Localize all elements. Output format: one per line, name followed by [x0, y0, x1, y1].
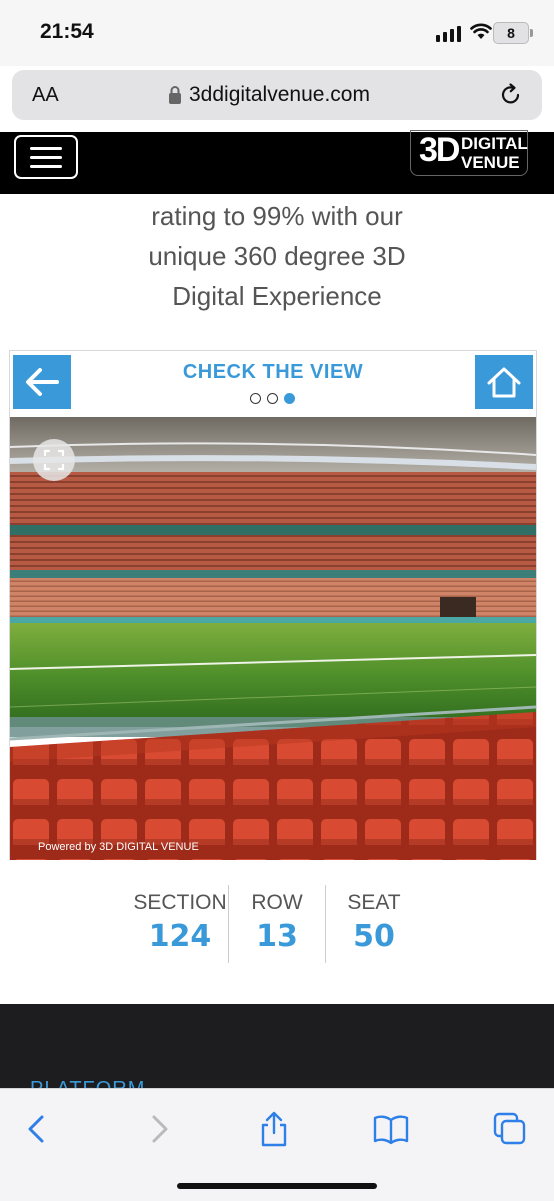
- hamburger-menu-button[interactable]: [14, 135, 78, 179]
- seat-view-viewer: CHECK THE VIEW Powered by 3D DIGITAL VEN…: [9, 350, 537, 860]
- expand-icon: [43, 449, 65, 471]
- check-the-view-title: CHECK THE VIEW: [182, 361, 364, 383]
- section-column: SECTION 124: [132, 885, 228, 963]
- intro-line-1: rating to 99% with our: [151, 201, 403, 231]
- logo-3d: 3D: [419, 131, 460, 169]
- carousel-dot-active[interactable]: [284, 393, 295, 404]
- seat-column: SEAT 50: [325, 885, 422, 963]
- reader-text-size-button[interactable]: AA: [32, 84, 59, 107]
- home-icon: [487, 367, 521, 398]
- status-time: 21:54: [40, 20, 94, 43]
- share-icon[interactable]: [254, 1109, 294, 1149]
- carousel-dot[interactable]: [267, 393, 278, 404]
- seat-value: 50: [353, 919, 395, 954]
- section-value: 124: [148, 919, 212, 954]
- cellular-signal-icon: [436, 26, 461, 42]
- row-column: ROW 13: [228, 885, 325, 963]
- address-bar[interactable]: AA 3ddigitalvenue.com: [12, 70, 542, 120]
- intro-line-3: Digital Experience: [172, 281, 382, 311]
- carousel-dots: [250, 393, 295, 404]
- forward-chevron-icon[interactable]: [138, 1109, 178, 1149]
- row-value: 13: [256, 919, 298, 954]
- logo-line-1: DIGITAL: [461, 134, 528, 153]
- status-bar: 21:54 8: [0, 0, 554, 66]
- lock-icon: [169, 86, 181, 104]
- wifi-icon: [470, 23, 492, 39]
- logo-line-2: VENUE: [461, 153, 520, 172]
- bookmarks-icon[interactable]: [371, 1109, 411, 1149]
- stadium-panorama: [10, 417, 536, 860]
- fullscreen-button[interactable]: [33, 439, 75, 481]
- section-label: SECTION: [133, 891, 227, 914]
- powered-by-label: Powered by 3D DIGITAL VENUE: [38, 841, 199, 853]
- seat-info: SECTION 124 ROW 13 SEAT 50: [132, 885, 422, 963]
- stadium-view-image[interactable]: Powered by 3D DIGITAL VENUE: [10, 417, 536, 860]
- home-button[interactable]: [475, 355, 533, 409]
- seat-label: SEAT: [347, 891, 401, 914]
- brand-logo[interactable]: 3D DIGITAL VENUE: [410, 130, 528, 176]
- reload-icon[interactable]: [498, 82, 524, 108]
- battery-indicator: 8: [493, 22, 533, 44]
- carousel-dot[interactable]: [250, 393, 261, 404]
- tabs-icon[interactable]: [490, 1109, 530, 1149]
- url-domain[interactable]: 3ddigitalvenue.com: [189, 83, 370, 107]
- home-indicator: [177, 1183, 377, 1189]
- row-label: ROW: [251, 891, 303, 914]
- back-chevron-icon[interactable]: [18, 1109, 58, 1149]
- site-header: 3D DIGITAL VENUE: [0, 130, 554, 194]
- intro-line-2: unique 360 degree 3D: [148, 241, 406, 271]
- intro-text: rating to 99% with our unique 360 degree…: [0, 196, 554, 316]
